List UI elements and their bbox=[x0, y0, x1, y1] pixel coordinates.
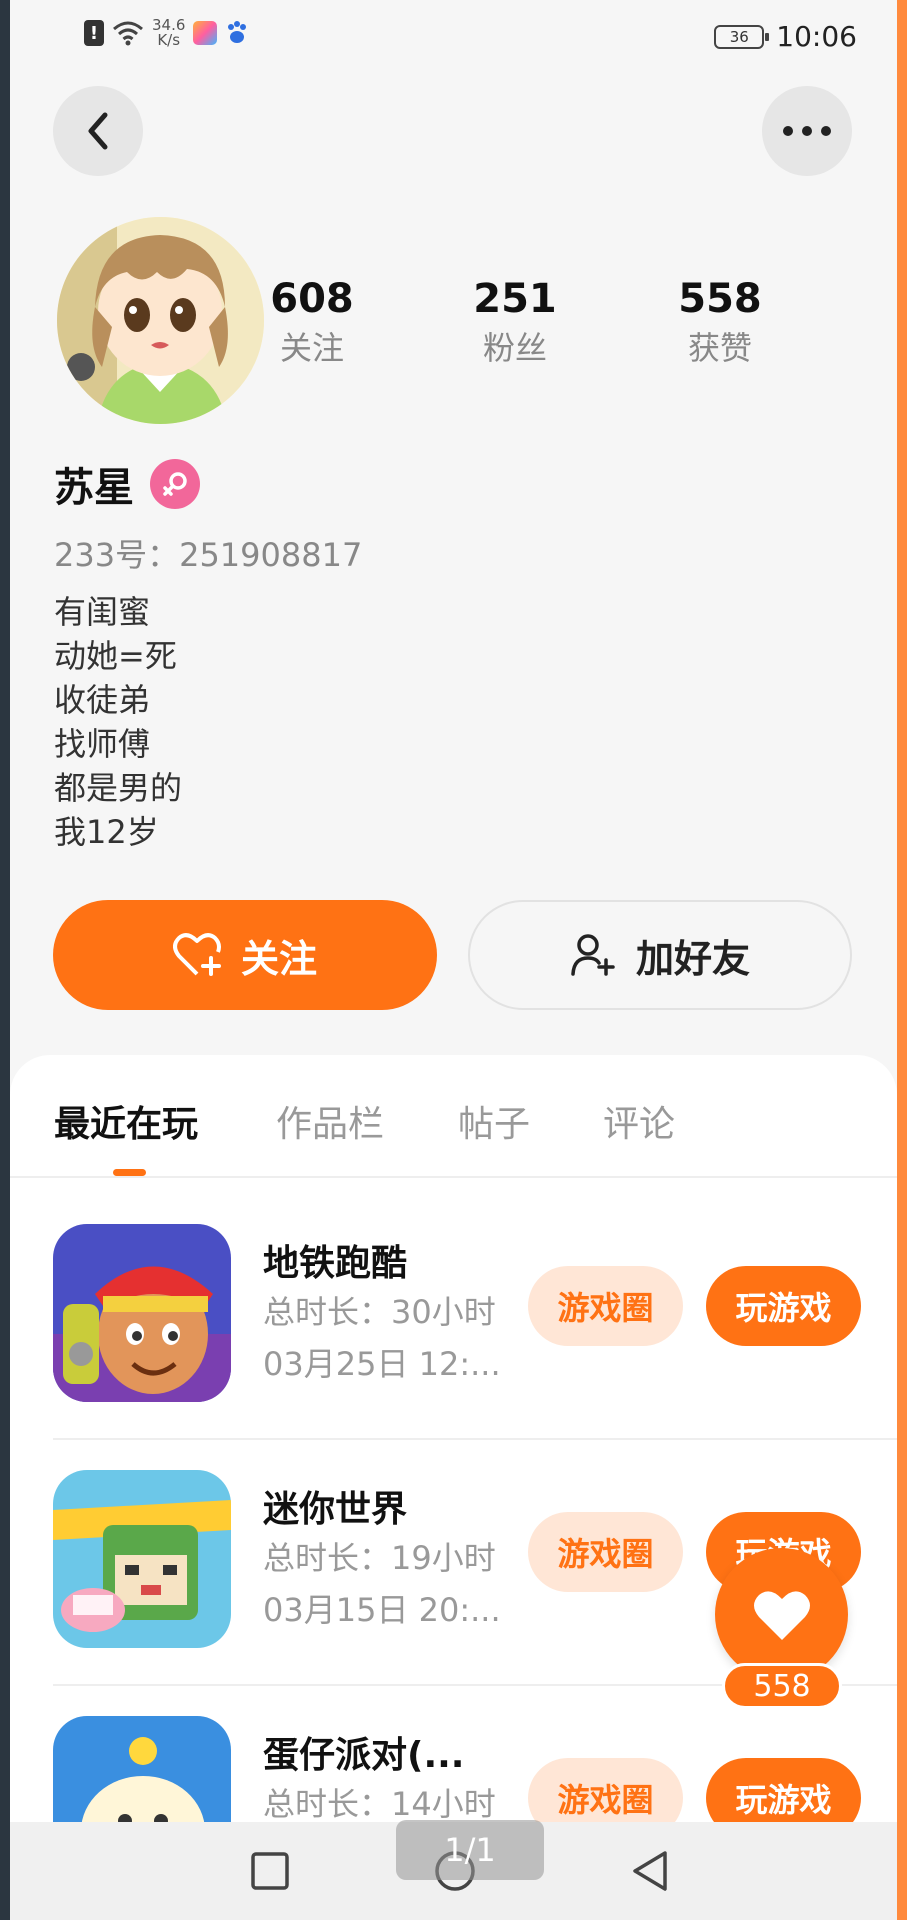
tab-works[interactable]: 作品栏 bbox=[276, 1095, 384, 1147]
baidu-paw-icon bbox=[225, 20, 249, 46]
female-icon bbox=[150, 459, 200, 509]
stat-followers[interactable]: 251 粉丝 bbox=[440, 276, 590, 370]
app-notification-icon bbox=[193, 21, 218, 45]
username: 苏星 bbox=[54, 465, 134, 511]
add-user-icon bbox=[571, 934, 615, 976]
account-id: 233号：251908817 bbox=[54, 536, 363, 574]
game-circle-button[interactable]: 游戏圈 bbox=[528, 1512, 683, 1592]
alert-icon: ! bbox=[84, 20, 104, 46]
game-row[interactable]: 地铁跑酷 总时长：30小时 03月25日 12:... 游戏圈 玩游戏 bbox=[53, 1194, 897, 1440]
back-button[interactable] bbox=[53, 86, 143, 176]
heart-plus-icon bbox=[172, 933, 221, 976]
game-total-time: 总时长：14小时 bbox=[263, 1785, 496, 1823]
stat-likes[interactable]: 558 获赞 bbox=[645, 276, 795, 370]
add-friend-label: 加好友 bbox=[635, 936, 750, 981]
follow-label: 关注 bbox=[240, 936, 317, 981]
play-game-button[interactable]: 玩游戏 bbox=[706, 1266, 861, 1346]
more-button[interactable] bbox=[762, 86, 852, 176]
tab-posts[interactable]: 帖子 bbox=[458, 1095, 530, 1147]
bio-line: 动她=死 bbox=[54, 637, 177, 675]
tab-comments[interactable]: 评论 bbox=[603, 1095, 675, 1147]
like-button[interactable] bbox=[715, 1548, 848, 1681]
backdrop-right bbox=[897, 0, 907, 1920]
stat-label: 粉丝 bbox=[482, 329, 547, 367]
triangle-back-icon bbox=[633, 1851, 667, 1891]
backdrop-left bbox=[0, 0, 10, 1920]
bio-line: 收徒弟 bbox=[54, 681, 151, 719]
network-speed: 34.6 K/s bbox=[152, 16, 186, 49]
heart-icon bbox=[753, 1590, 810, 1640]
stat-value: 558 bbox=[678, 276, 762, 322]
bio: 有闺蜜 动她=死 收徒弟 找师傅 都是男的 我12岁 bbox=[54, 590, 182, 854]
follow-button[interactable]: 关注 bbox=[53, 900, 437, 1010]
bio-line: 找师傅 bbox=[54, 725, 151, 763]
status-bar: ! 34.6 K/s 36 10:06 bbox=[10, 0, 897, 70]
content-sheet: 最近在玩 作品栏 帖子 评论 地铁跑酷 总时长：30小时 03月25日 12:.… bbox=[10, 1055, 897, 1920]
game-icon-mini-world[interactable] bbox=[53, 1470, 231, 1648]
stat-label: 获赞 bbox=[687, 329, 752, 367]
profile-screen: ! 34.6 K/s 36 10:06 608 关注 251 粉丝 558 获赞… bbox=[10, 0, 897, 1920]
game-title: 蛋仔派对(... bbox=[263, 1735, 465, 1776]
game-circle-button[interactable]: 游戏圈 bbox=[528, 1266, 683, 1346]
stat-value: 251 bbox=[473, 276, 557, 322]
stat-value: 608 bbox=[270, 276, 354, 322]
square-icon bbox=[251, 1852, 289, 1890]
add-friend-button[interactable]: 加好友 bbox=[468, 900, 852, 1010]
bio-line: 我12岁 bbox=[54, 813, 159, 851]
clock: 10:06 bbox=[776, 20, 857, 53]
game-last-played: 03月25日 12:... bbox=[263, 1345, 501, 1383]
bio-line: 都是男的 bbox=[54, 769, 183, 807]
game-total-time: 总时长：30小时 bbox=[263, 1293, 496, 1331]
stat-label: 关注 bbox=[279, 329, 344, 367]
battery-indicator: 36 bbox=[714, 24, 770, 49]
game-total-time: 总时长：19小时 bbox=[263, 1539, 496, 1577]
name-row: 苏星 bbox=[54, 455, 200, 513]
avatar[interactable] bbox=[57, 217, 264, 424]
tab-bar: 最近在玩 作品栏 帖子 评论 bbox=[10, 1055, 897, 1178]
more-horizontal-icon bbox=[783, 126, 831, 136]
game-title: 地铁跑酷 bbox=[263, 1243, 408, 1284]
page-indicator: 1/1 bbox=[396, 1820, 544, 1880]
game-title: 迷你世界 bbox=[263, 1489, 408, 1530]
tab-recently-played[interactable]: 最近在玩 bbox=[54, 1095, 198, 1147]
chevron-left-icon bbox=[88, 112, 108, 150]
back-nav-button[interactable] bbox=[625, 1846, 675, 1896]
wifi-icon bbox=[112, 20, 144, 46]
recent-apps-button[interactable] bbox=[245, 1846, 295, 1896]
game-icon-subway-surfers[interactable] bbox=[53, 1224, 231, 1402]
stat-following[interactable]: 608 关注 bbox=[237, 276, 387, 370]
bio-line: 有闺蜜 bbox=[54, 593, 151, 631]
tab-indicator bbox=[113, 1169, 146, 1176]
profile-stats: 608 关注 251 粉丝 558 获赞 bbox=[265, 276, 785, 376]
game-last-played: 03月15日 20:... bbox=[263, 1591, 501, 1629]
like-count: 558 bbox=[722, 1663, 842, 1709]
